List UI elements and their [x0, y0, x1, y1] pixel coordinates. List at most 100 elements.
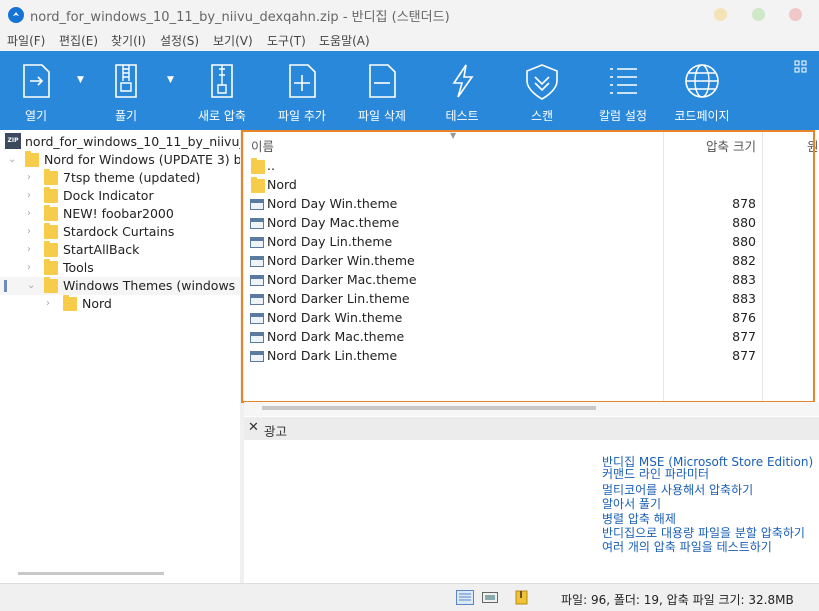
status-text: 파일: 96, 폴더: 19, 압축 파일 크기: 32.8MB: [561, 593, 794, 607]
ad-link[interactable]: 커맨드 라인 파라미터: [602, 465, 709, 482]
tree-item-foobar[interactable]: › NEW! foobar2000: [0, 205, 240, 223]
expand-chevron-icon[interactable]: ›: [27, 208, 31, 219]
test-button[interactable]: 테스트: [434, 51, 490, 130]
expand-chevron-icon[interactable]: ›: [27, 190, 31, 201]
new-archive-label: 새로 압축: [198, 109, 246, 123]
menu-file[interactable]: 파일(F): [7, 32, 45, 49]
open-label: 열기: [24, 109, 48, 123]
layout-grid-icon[interactable]: [794, 60, 808, 74]
list-item[interactable]: Nord Darker Lin.theme 883: [244, 290, 819, 309]
file-name: Nord Day Mac.theme: [267, 215, 400, 230]
file-name: Nord Day Win.theme: [267, 196, 398, 211]
file-name: Nord Darker Lin.theme: [267, 291, 410, 306]
tree-item-tools[interactable]: › Tools: [0, 259, 240, 277]
list-item[interactable]: Nord Dark Lin.theme 877: [244, 347, 819, 366]
extract-button[interactable]: 풀기: [98, 51, 154, 130]
menu-edit[interactable]: 편집(E): [59, 32, 98, 49]
window-title: nord_for_windows_10_11_by_niivu_dexqahn.…: [30, 10, 450, 25]
folder-icon: [251, 177, 265, 193]
tree-item-label: nord_for_windows_10_11_by_niivu_dexqahn.…: [25, 134, 240, 149]
file-compressed-size: 883: [732, 291, 756, 306]
list-horizontal-scrollbar[interactable]: [262, 406, 596, 410]
folder-icon: [44, 187, 58, 203]
list-item[interactable]: Nord Dark Win.theme 876: [244, 309, 819, 328]
list-item[interactable]: Nord Darker Win.theme 882: [244, 252, 819, 271]
zip-file-icon: ZIP: [5, 133, 21, 149]
folder-icon: [44, 241, 58, 257]
tree-item-nord[interactable]: › Nord: [0, 295, 240, 313]
column-header-compressed-size[interactable]: 압축 크기: [706, 136, 756, 155]
column-header-name[interactable]: 이름: [251, 136, 274, 155]
tree-horizontal-scrollbar[interactable]: [18, 572, 164, 575]
delete-file-icon: [369, 64, 396, 98]
menu-tools[interactable]: 도구(T): [267, 32, 306, 49]
ad-link[interactable]: 여러 개의 압축 파일을 테스트하기: [602, 538, 772, 555]
theme-file-icon: [250, 218, 264, 229]
add-files-label: 파일 추가: [278, 109, 326, 123]
menu-view[interactable]: 보기(V): [213, 32, 253, 49]
details-view-icon[interactable]: [456, 590, 474, 605]
tree-item-windows-themes[interactable]: ⌄ Windows Themes (windows 10 & 11): [0, 277, 240, 295]
close-button[interactable]: [789, 8, 802, 21]
archive-icon[interactable]: [512, 590, 530, 605]
folder-icon: [25, 151, 39, 167]
minimize-button[interactable]: [714, 8, 727, 21]
folder-icon: [63, 295, 77, 311]
expand-chevron-icon[interactable]: ›: [46, 298, 50, 309]
delete-files-button[interactable]: 파일 삭제: [352, 51, 412, 130]
list-item[interactable]: Nord: [244, 176, 819, 195]
close-icon[interactable]: ✕: [248, 420, 259, 435]
extract-dropdown-icon[interactable]: ▼: [167, 75, 174, 85]
collapse-chevron-icon[interactable]: ⌄: [8, 154, 16, 165]
folder-icon: [44, 205, 58, 221]
list-item[interactable]: ..: [244, 157, 819, 176]
file-compressed-size: 878: [732, 196, 756, 211]
column-header-original-size[interactable]: 원: [807, 136, 819, 155]
folder-icon: [44, 223, 58, 239]
add-files-button[interactable]: 파일 추가: [272, 51, 332, 130]
selection-marker: [4, 280, 7, 292]
tree-item-stardock[interactable]: › Stardock Curtains: [0, 223, 240, 241]
open-button[interactable]: 열기: [8, 51, 64, 130]
tree-item-dock-indicator[interactable]: › Dock Indicator: [0, 187, 240, 205]
test-label: 테스트: [445, 109, 479, 123]
codepage-button[interactable]: 코드페이지: [670, 51, 734, 130]
list-item[interactable]: Nord Dark Mac.theme 877: [244, 328, 819, 347]
scan-button[interactable]: 스캔: [514, 51, 570, 130]
expand-chevron-icon[interactable]: ›: [27, 172, 31, 183]
ad-panel: 반디집 MSE (Microsoft Store Edition) 커맨드 라인…: [244, 440, 819, 583]
file-compressed-size: 880: [732, 215, 756, 230]
extract-label: 풀기: [114, 109, 138, 123]
file-compressed-size: 877: [732, 348, 756, 363]
maximize-button[interactable]: [752, 8, 765, 21]
list-item[interactable]: Nord Day Mac.theme 880: [244, 214, 819, 233]
expand-chevron-icon[interactable]: ›: [27, 262, 31, 273]
column-settings-button[interactable]: 칼럼 설정: [592, 51, 654, 130]
open-dropdown-icon[interactable]: ▼: [77, 75, 84, 85]
menu-help[interactable]: 도움말(A): [319, 32, 370, 49]
collapse-chevron-icon[interactable]: ⌄: [27, 280, 35, 291]
tree-item-7tsp[interactable]: › 7tsp theme (updated): [0, 169, 240, 187]
list-item[interactable]: Nord Day Lin.theme 880: [244, 233, 819, 252]
tree-item-nord-for-windows[interactable]: ⌄ Nord for Windows (UPDATE 3) by niivu: [0, 151, 240, 169]
file-compressed-size: 882: [732, 253, 756, 268]
bandizip-app-icon: [8, 7, 24, 23]
new-archive-button[interactable]: 새로 압축: [192, 51, 252, 130]
sort-caret-icon: ▼: [450, 131, 457, 140]
thumbnail-view-icon[interactable]: [481, 590, 499, 605]
menu-find[interactable]: 찾기(I): [111, 32, 146, 49]
expand-chevron-icon[interactable]: ›: [27, 226, 31, 237]
file-compressed-size: 876: [732, 310, 756, 325]
ad-title: 광고: [264, 424, 288, 439]
tree-item-startallback[interactable]: › StartAllBack: [0, 241, 240, 259]
list-item[interactable]: Nord Darker Mac.theme 883: [244, 271, 819, 290]
codepage-label: 코드페이지: [674, 109, 730, 123]
tree-item-root[interactable]: nord_for_windows_10_11_by_niivu_dexqahn.…: [0, 133, 240, 151]
expand-chevron-icon[interactable]: ›: [27, 244, 31, 255]
file-name: Nord Darker Mac.theme: [267, 272, 417, 287]
list-item[interactable]: Nord Day Win.theme 878: [244, 195, 819, 214]
file-name: Nord: [267, 177, 297, 192]
theme-file-icon: [250, 256, 264, 267]
menu-settings[interactable]: 설정(S): [160, 32, 199, 49]
file-list: 이름 압축 크기 원 .. Nord Nord Day Win.theme 87…: [244, 130, 819, 402]
